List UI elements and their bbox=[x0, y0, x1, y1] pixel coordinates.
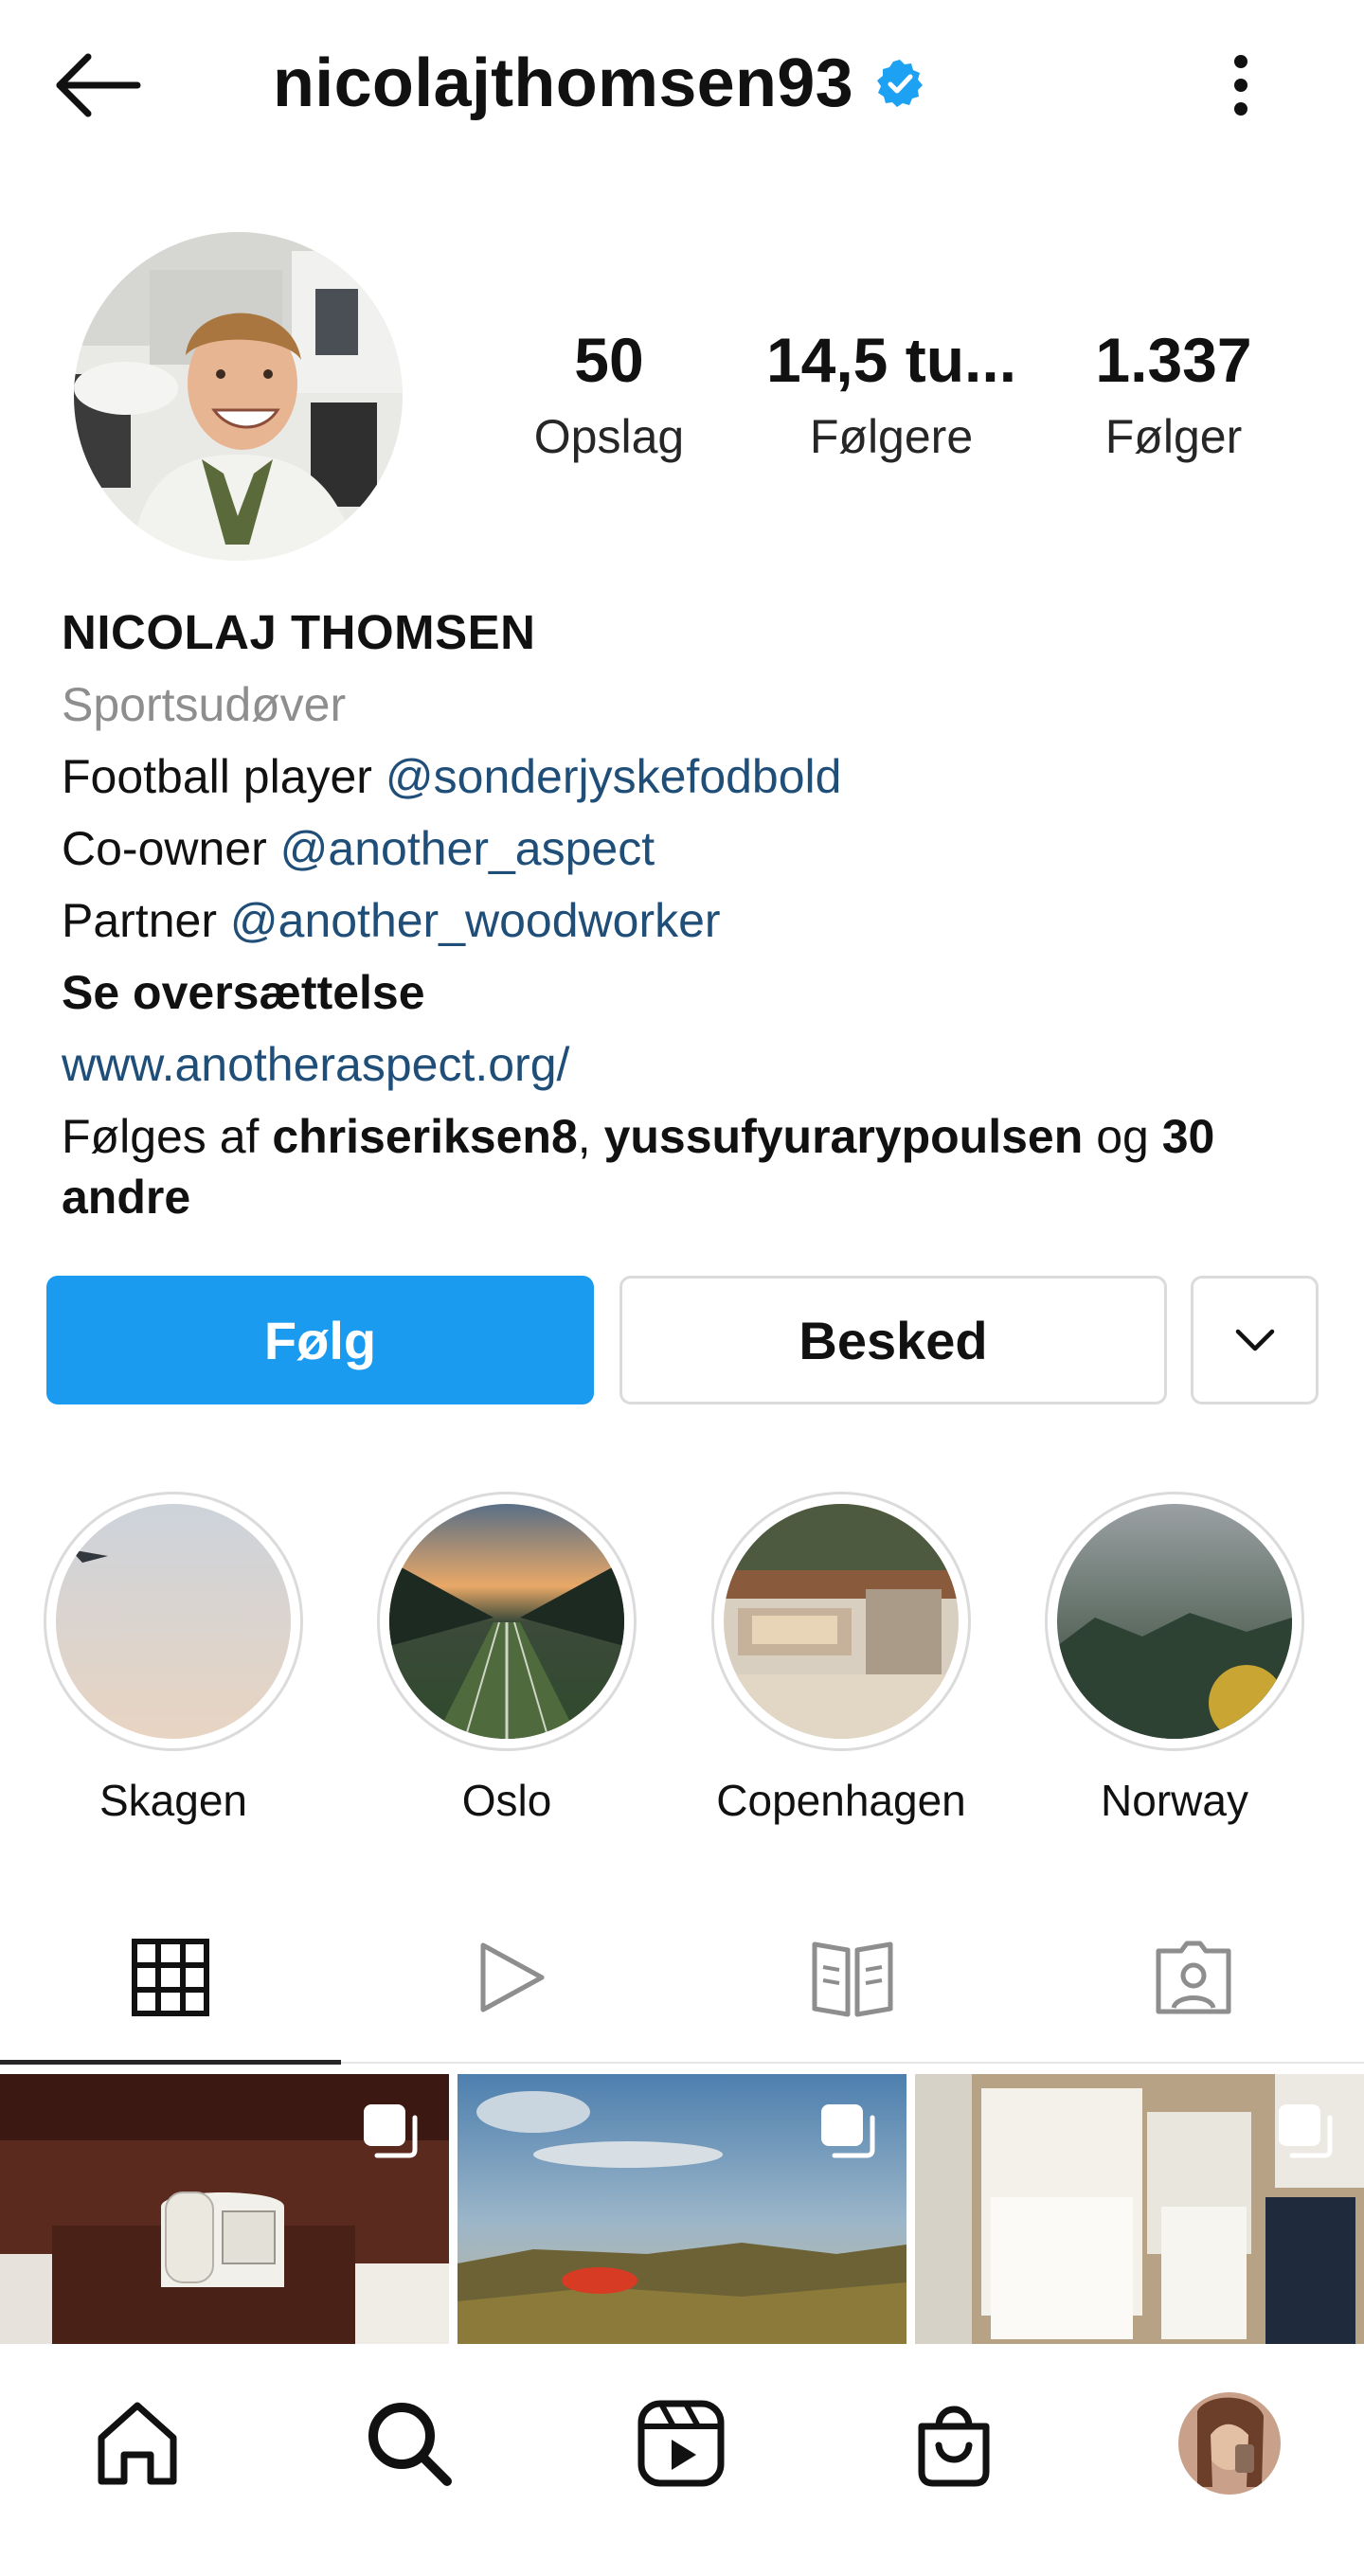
search-icon bbox=[368, 2403, 452, 2486]
highlight-cover bbox=[1057, 1504, 1292, 1739]
message-button[interactable]: Besked bbox=[619, 1276, 1167, 1404]
post-thumbnail[interactable] bbox=[0, 2074, 449, 2344]
follow-button[interactable]: Følg bbox=[46, 1276, 594, 1404]
followed-by-prefix: Følges af bbox=[62, 1110, 260, 1163]
mention-link[interactable]: @another_aspect bbox=[280, 822, 655, 875]
tab-reels[interactable] bbox=[341, 1894, 682, 2060]
carousel-icon bbox=[821, 2104, 875, 2158]
bio-line: Co-owner @another_aspect bbox=[62, 813, 1321, 885]
vertical-dots-icon bbox=[1234, 55, 1247, 116]
nav-home[interactable] bbox=[66, 2382, 208, 2505]
followed-by-connector: og bbox=[1096, 1110, 1149, 1163]
bio-text: Football player bbox=[62, 750, 372, 803]
profile-bio: NICOLAJ THOMSEN Sportsudøver Football pl… bbox=[62, 597, 1321, 1227]
nav-shop[interactable] bbox=[883, 2382, 1025, 2505]
highlight-label: Norway bbox=[1101, 1776, 1248, 1825]
bio-line: Football player @sonderjyskefodbold bbox=[62, 741, 1321, 813]
active-tab-indicator bbox=[0, 2060, 341, 2065]
story-highlight[interactable]: Oslo bbox=[369, 1492, 644, 1829]
carousel-icon bbox=[1279, 2104, 1333, 2158]
carousel-icon bbox=[364, 2104, 418, 2158]
highlight-ring bbox=[377, 1492, 637, 1751]
profile-header: nicolajthomsen93 bbox=[0, 0, 1364, 166]
post-thumbnail[interactable] bbox=[915, 2074, 1364, 2344]
highlight-ring bbox=[711, 1492, 971, 1751]
tab-tagged[interactable] bbox=[1023, 1894, 1364, 2060]
website-link[interactable]: www.anotheraspect.org/ bbox=[62, 1029, 1321, 1100]
profile-avatar-icon bbox=[1178, 2392, 1281, 2495]
highlight-cover bbox=[56, 1504, 291, 1739]
arrow-left-icon bbox=[56, 53, 141, 117]
followers-count-label: Følgere bbox=[809, 410, 974, 463]
bottom-navigation bbox=[0, 2344, 1364, 2576]
following-count-label: Følger bbox=[1104, 410, 1243, 463]
back-button[interactable] bbox=[52, 43, 166, 128]
followed-by[interactable]: Følges af chriseriksen8, yussufyurarypou… bbox=[62, 1106, 1321, 1227]
highlight-label: Oslo bbox=[461, 1776, 552, 1825]
followed-by-user: chriseriksen8 bbox=[272, 1110, 578, 1163]
reels-icon bbox=[637, 2400, 725, 2487]
more-options-button[interactable] bbox=[1208, 43, 1274, 128]
guide-book-icon bbox=[812, 1941, 893, 2016]
story-highlight[interactable]: Norway bbox=[1037, 1492, 1312, 1829]
see-translation-link[interactable]: Se oversættelse bbox=[62, 957, 1321, 1029]
followers-count-value: 14,5 tu... bbox=[765, 325, 1017, 395]
posts-count[interactable]: 50 Opslag bbox=[481, 317, 737, 471]
tab-posts[interactable] bbox=[0, 1894, 341, 2060]
bio-text: Partner bbox=[62, 894, 217, 947]
tab-guides[interactable] bbox=[682, 1894, 1023, 2060]
suggested-accounts-button[interactable] bbox=[1191, 1276, 1319, 1404]
mention-link[interactable]: @another_woodworker bbox=[230, 894, 721, 947]
reels-play-icon bbox=[480, 1942, 545, 2012]
verified-badge-icon bbox=[876, 59, 923, 107]
following-count[interactable]: 1.337 Følger bbox=[1046, 317, 1301, 471]
posts-count-value: 50 bbox=[574, 325, 644, 395]
profile-tabs bbox=[0, 1894, 1364, 2065]
chevron-down-icon bbox=[1235, 1329, 1274, 1351]
nav-profile[interactable] bbox=[1158, 2382, 1301, 2505]
grid-icon bbox=[132, 1938, 209, 2016]
highlight-label: Skagen bbox=[99, 1776, 247, 1825]
highlight-ring bbox=[1045, 1492, 1304, 1751]
username-header: nicolajthomsen93 bbox=[273, 38, 925, 128]
highlight-cover bbox=[389, 1504, 624, 1739]
posts-grid bbox=[0, 2074, 1364, 2344]
home-icon bbox=[98, 2402, 177, 2485]
story-highlight[interactable]: Skagen bbox=[36, 1492, 311, 1829]
followed-by-user: yussufyurarypoulsen bbox=[603, 1110, 1084, 1163]
followed-by-separator: , bbox=[577, 1110, 591, 1163]
profile-avatar[interactable] bbox=[74, 232, 403, 561]
mention-link[interactable]: @sonderjyskefodbold bbox=[386, 750, 842, 803]
posts-count-label: Opslag bbox=[533, 410, 685, 463]
profile-category: Sportsudøver bbox=[62, 678, 347, 731]
followers-count[interactable]: 14,5 tu... Følgere bbox=[763, 317, 1019, 471]
bio-line: Partner @another_woodworker bbox=[62, 885, 1321, 957]
bio-text: Co-owner bbox=[62, 822, 267, 875]
highlight-label: Copenhagen bbox=[716, 1776, 966, 1825]
following-count-value: 1.337 bbox=[1095, 325, 1252, 395]
shop-icon bbox=[918, 2406, 990, 2487]
nav-reels[interactable] bbox=[610, 2382, 752, 2505]
post-thumbnail[interactable] bbox=[458, 2074, 906, 2344]
nav-search[interactable] bbox=[338, 2382, 480, 2505]
tagged-person-icon bbox=[1156, 1941, 1231, 2013]
story-highlight[interactable]: Copenhagen bbox=[704, 1492, 978, 1829]
highlight-ring bbox=[44, 1492, 303, 1751]
profile-name: NICOLAJ THOMSEN bbox=[62, 605, 536, 659]
username: nicolajthomsen93 bbox=[273, 45, 853, 121]
highlight-cover bbox=[724, 1504, 959, 1739]
